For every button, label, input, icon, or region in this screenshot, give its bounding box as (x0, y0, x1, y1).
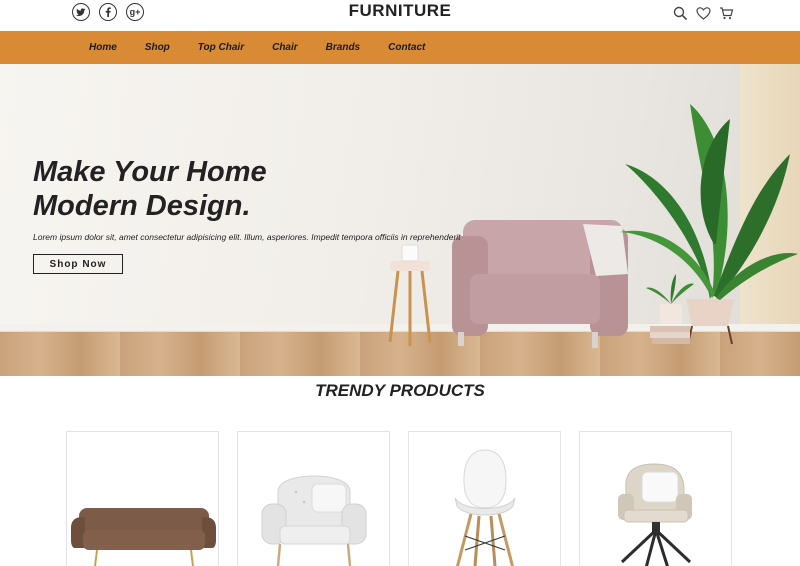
nav-item-contact[interactable]: Contact (388, 42, 425, 53)
sofa-image (71, 508, 216, 566)
nav-item-brands[interactable]: Brands (326, 42, 360, 53)
main-nav: Home Shop Top Chair Chair Brands Contact (0, 31, 800, 64)
nav-item-chair[interactable]: Chair (272, 42, 298, 53)
top-bar: g+ FURNITURE (0, 0, 800, 31)
product-card-swivel-chair[interactable] (579, 431, 732, 566)
armchair-image (261, 475, 367, 566)
hero-banner: Make Your Home Modern Design. Lorem ipsu… (0, 64, 800, 376)
plant-illustration (620, 104, 798, 345)
nav-list: Home Shop Top Chair Chair Brands Contact (89, 31, 425, 64)
hero-title-line-1: Make Your Home (33, 156, 267, 188)
swivel-chair-image (618, 463, 692, 566)
nav-item-shop[interactable]: Shop (145, 42, 170, 53)
product-grid (66, 431, 732, 566)
hero-description: Lorem ipsum dolor sit, amet consectetur … (33, 232, 461, 242)
side-table-illustration (388, 244, 432, 346)
cart-icon[interactable] (719, 6, 734, 21)
search-icon[interactable] (673, 6, 688, 21)
nav-item-top-chair[interactable]: Top Chair (198, 42, 244, 53)
heart-icon[interactable] (696, 6, 711, 21)
product-card-sofa[interactable] (66, 431, 219, 566)
nav-item-home[interactable]: Home (89, 42, 117, 53)
product-card-armchair[interactable] (237, 431, 390, 566)
hero-title: Make Your Home Modern Design. (33, 155, 433, 223)
section-title: TRENDY PRODUCTS (315, 381, 485, 400)
shop-now-button[interactable]: Shop Now (33, 254, 123, 274)
product-card-chair[interactable] (408, 431, 561, 566)
chair-image (454, 449, 516, 566)
header-actions (673, 6, 734, 21)
hero-title-line-2: Modern Design. (33, 190, 251, 222)
